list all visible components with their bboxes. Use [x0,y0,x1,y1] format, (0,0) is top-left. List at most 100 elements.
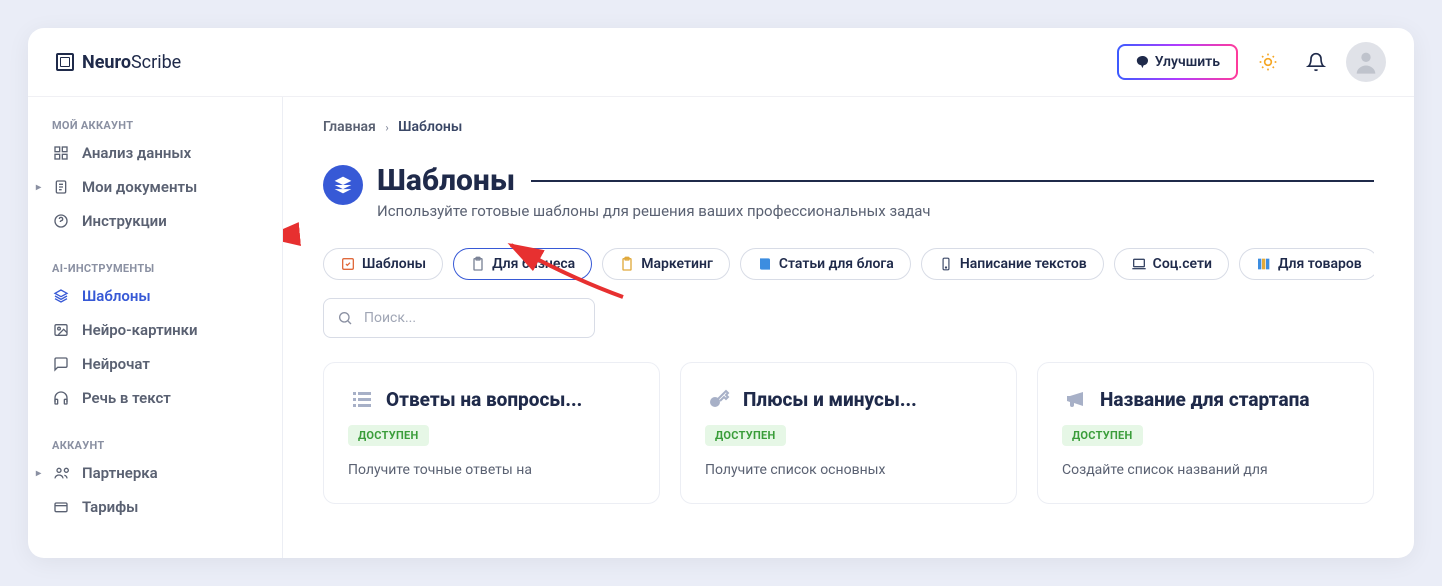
theme-toggle[interactable] [1250,44,1286,80]
user-icon [1352,48,1380,76]
cards: Ответы на вопросы... ДОСТУПЕН Получите т… [323,362,1374,504]
sidebar-item-label: Шаблоны [82,287,151,305]
filter-label: Для товаров [1278,256,1362,272]
app-shell: NeuroScribe Улучшить МОЙ АККАУНТ Анализ д… [28,28,1414,558]
card-header: Название для стартапа [1062,385,1349,413]
sidebar-item-label: Нейрочат [82,355,150,373]
filter-соц.сети[interactable]: Соц.сети [1114,248,1229,280]
books-icon [1256,256,1272,272]
status-badge: ДОСТУПЕН [1062,425,1143,446]
filter-row: Шаблоны Для бизнеса Маркетинг Статьи для бл… [323,248,1374,280]
sidebar-item-label: Партнерка [82,464,158,482]
image-icon [52,321,70,339]
status-badge: ДОСТУПЕН [348,425,429,446]
sidebar-section-title: АККАУНТ [28,431,282,456]
logo[interactable]: NeuroScribe [56,52,181,73]
body: МОЙ АККАУНТ Анализ данных ▸ Мои документы Ин… [28,97,1414,558]
filter-написание-текстов[interactable]: Написание текстов [921,248,1104,280]
template-card[interactable]: Плюсы и минусы... ДОСТУПЕН Получите спис… [680,362,1017,504]
filter-label: Маркетинг [641,256,713,272]
sidebar: МОЙ АККАУНТ Анализ данных ▸ Мои документы Ин… [28,97,283,558]
search-input[interactable] [323,298,595,338]
filter-label: Написание текстов [960,256,1087,272]
topbar: NeuroScribe Улучшить [28,28,1414,97]
title-divider [531,180,1374,182]
rocket-icon [1135,55,1149,69]
status-badge: ДОСТУПЕН [705,425,786,446]
filter-статьи-для-блога[interactable]: Статьи для блога [740,248,911,280]
card-title: Ответы на вопросы... [386,388,582,411]
page-header: Шаблоны Используйте готовые шаблоны для … [323,163,1374,220]
clipboard-icon [470,256,486,272]
card-header: Ответы на вопросы... [348,385,635,413]
sidebar-item-label: Анализ данных [82,144,191,162]
caret-icon: ▸ [36,468,41,479]
card-header: Плюсы и минусы... [705,385,992,413]
card-description: Получите список основных [705,460,992,481]
brand-thin: Scribe [131,52,181,73]
card-description: Получите точные ответы на [348,460,635,481]
sidebar-item-chat[interactable]: Нейрочат [28,347,282,381]
upgrade-button[interactable]: Улучшить [1117,44,1238,80]
sidebar-item-image[interactable]: Нейро-картинки [28,313,282,347]
caret-icon: ▸ [36,182,41,193]
main: Главная › Шаблоны Шаблоны Используйте го… [283,97,1414,558]
upgrade-label: Улучшить [1155,54,1220,70]
filter-маркетинг[interactable]: Маркетинг [602,248,730,280]
clipboard-icon [619,256,635,272]
key-icon [705,385,733,413]
breadcrumb-home[interactable]: Главная [323,119,376,135]
filter-для-товаров[interactable]: Для товаров [1239,248,1374,280]
headphones-icon [52,389,70,407]
filter-label: Статьи для блога [779,256,894,272]
notifications-button[interactable] [1298,44,1334,80]
sidebar-section-title: AI-ИНСТРУМЕНТЫ [28,254,282,279]
template-card[interactable]: Название для стартапа ДОСТУПЕН Создайте … [1037,362,1374,504]
sidebar-item-doc[interactable]: ▸ Мои документы [28,170,282,204]
brand-bold: Neuro [82,52,131,73]
breadcrumb-current: Шаблоны [398,119,462,135]
sidebar-item-headphones[interactable]: Речь в текст [28,381,282,415]
layers-icon [333,175,353,195]
sidebar-item-grid[interactable]: Анализ данных [28,136,282,170]
sidebar-item-layers[interactable]: Шаблоны [28,279,282,313]
sidebar-item-help[interactable]: Инструкции [28,204,282,238]
filter-шаблоны[interactable]: Шаблоны [323,248,443,280]
page-subtitle: Используйте готовые шаблоны для решения … [377,202,1374,220]
card-title: Плюсы и минусы... [743,388,917,411]
bell-icon [1306,52,1326,72]
page-title: Шаблоны [377,163,515,198]
sidebar-item-label: Нейро-картинки [82,321,198,339]
doc-icon [52,178,70,196]
search-wrap [323,298,595,338]
topbar-right: Улучшить [1117,42,1386,82]
sidebar-section-title: МОЙ АККАУНТ [28,111,282,136]
breadcrumb: Главная › Шаблоны [323,119,1374,135]
credit-icon [52,498,70,516]
chat-icon [52,355,70,373]
check-square-icon [340,256,356,272]
avatar[interactable] [1346,42,1386,82]
layers-icon [52,287,70,305]
sidebar-item-label: Тарифы [82,498,138,516]
phone-icon [938,256,954,272]
filter-label: Шаблоны [362,256,426,272]
grid-icon [52,144,70,162]
filter-label: Для бизнеса [492,256,575,272]
list-icon [348,385,376,413]
users-icon [52,464,70,482]
filter-label: Соц.сети [1153,256,1212,272]
filter-для-бизнеса[interactable]: Для бизнеса [453,248,592,280]
sidebar-item-credit[interactable]: Тарифы [28,490,282,524]
book-icon [757,256,773,272]
chevron-right-icon: › [385,121,388,134]
search-icon [337,310,353,326]
sidebar-item-users[interactable]: ▸ Партнерка [28,456,282,490]
sidebar-item-label: Речь в текст [82,389,171,407]
sidebar-item-label: Мои документы [82,178,197,196]
help-icon [52,212,70,230]
sun-icon [1258,52,1278,72]
template-card[interactable]: Ответы на вопросы... ДОСТУПЕН Получите т… [323,362,660,504]
logo-icon [56,53,74,71]
card-description: Создайте список названий для [1062,460,1349,481]
